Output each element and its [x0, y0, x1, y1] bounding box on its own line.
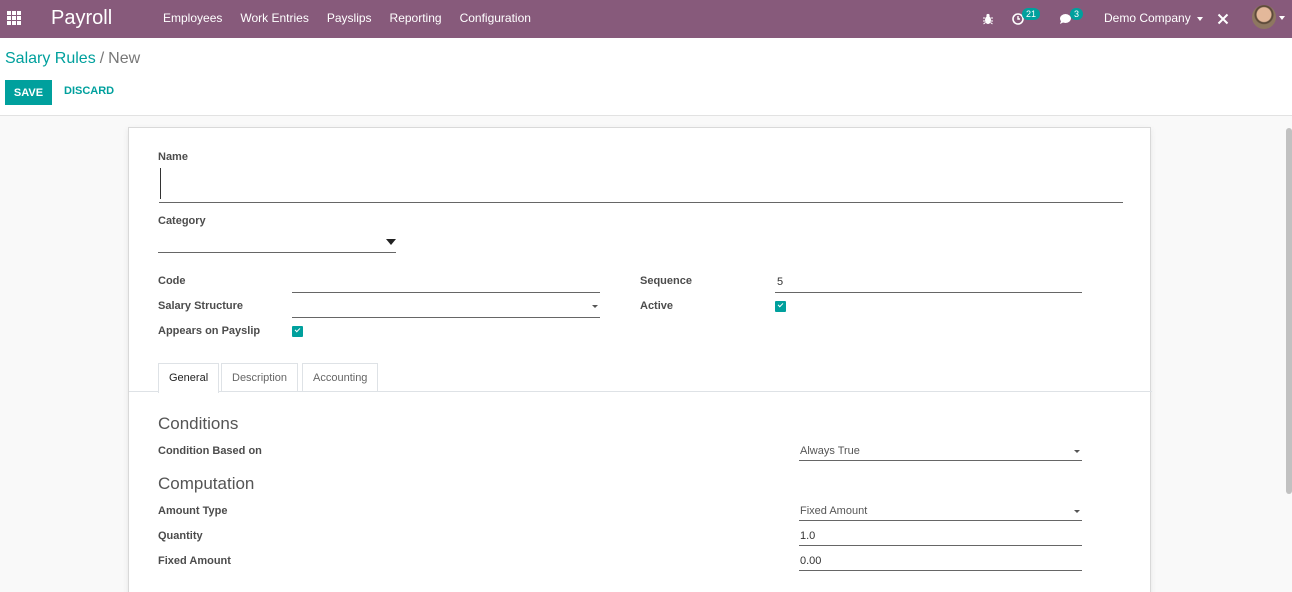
condition-based-on-label: Condition Based on — [158, 445, 262, 457]
breadcrumb: Salary Rules / New — [5, 50, 140, 68]
bug-icon[interactable] — [982, 0, 994, 38]
amount-type-select[interactable] — [799, 520, 1082, 521]
code-input[interactable] — [292, 292, 600, 293]
page-scrollbar[interactable] — [1286, 128, 1292, 494]
form-sheet: Name Category Code Salary Structure Appe… — [128, 127, 1152, 592]
category-dropdown-arrow-icon[interactable] — [386, 239, 396, 245]
active-label: Active — [640, 300, 674, 312]
message-count-badge: 3 — [1070, 8, 1084, 20]
activity-button[interactable]: 21 — [1012, 0, 1041, 38]
name-label: Name — [158, 151, 188, 163]
condition-arrow-icon[interactable] — [1074, 450, 1080, 453]
menu-employees[interactable]: Employees — [163, 11, 222, 25]
save-button[interactable]: SAVE — [5, 80, 52, 105]
app-title[interactable]: Payroll — [51, 7, 112, 30]
menu-reporting[interactable]: Reporting — [390, 11, 442, 25]
breadcrumb-salary-rules[interactable]: Salary Rules — [5, 50, 96, 67]
quantity-value: 1.0 — [800, 530, 816, 542]
sequence-value: 5 — [777, 276, 784, 288]
salary-structure-select[interactable] — [292, 317, 600, 318]
tools-icon[interactable] — [1217, 0, 1229, 38]
notebook-tabs: General Description Accounting — [129, 363, 1152, 393]
breadcrumb-current: New — [108, 50, 141, 67]
quantity-input[interactable] — [799, 545, 1082, 546]
category-label: Category — [158, 215, 206, 227]
menu-payslips[interactable]: Payslips — [327, 11, 372, 25]
chevron-down-icon — [1196, 16, 1203, 21]
top-navbar: Payroll Employees Work Entries Payslips … — [0, 0, 1292, 38]
condition-based-on-select[interactable] — [799, 460, 1082, 461]
fixed-amount-label: Fixed Amount — [158, 555, 231, 567]
code-label: Code — [158, 275, 186, 287]
salary-structure-arrow-icon[interactable] — [592, 305, 598, 308]
active-checkbox[interactable] — [775, 301, 786, 312]
sequence-input[interactable] — [775, 292, 1082, 293]
menu-configuration[interactable]: Configuration — [460, 11, 531, 25]
menu-work-entries[interactable]: Work Entries — [240, 11, 308, 25]
messages-button[interactable]: 3 — [1059, 0, 1084, 38]
category-select[interactable] — [158, 252, 396, 253]
company-name: Demo Company — [1104, 11, 1191, 25]
apps-grid-icon[interactable] — [7, 11, 21, 25]
salary-structure-label: Salary Structure — [158, 300, 243, 312]
control-panel: Salary Rules / New SAVE DISCARD — [0, 38, 1292, 116]
breadcrumb-separator: / — [99, 50, 105, 67]
company-switcher[interactable]: Demo Company — [1104, 11, 1203, 25]
activity-count-badge: 21 — [1022, 8, 1041, 20]
fixed-amount-input[interactable] — [799, 570, 1082, 571]
chevron-down-icon[interactable] — [1279, 16, 1285, 20]
text-cursor — [160, 168, 161, 199]
discard-button[interactable]: DISCARD — [64, 85, 114, 97]
conditions-heading: Conditions — [158, 414, 239, 433]
amount-type-label: Amount Type — [158, 505, 228, 517]
appears-on-payslip-label: Appears on Payslip — [158, 325, 261, 337]
tab-accounting[interactable]: Accounting — [302, 363, 379, 392]
fixed-amount-value: 0.00 — [800, 555, 822, 567]
user-avatar[interactable] — [1252, 5, 1276, 29]
amount-type-arrow-icon[interactable] — [1074, 510, 1080, 513]
computation-heading: Computation — [158, 474, 255, 493]
sequence-label: Sequence — [640, 275, 692, 287]
amount-type-value: Fixed Amount — [800, 505, 868, 517]
main-menu: Employees Work Entries Payslips Reportin… — [163, 11, 549, 25]
quantity-label: Quantity — [158, 530, 203, 542]
tab-description[interactable]: Description — [221, 363, 299, 392]
appears-on-payslip-checkbox[interactable] — [292, 326, 303, 337]
condition-based-on-value: Always True — [800, 445, 860, 457]
tab-general[interactable]: General — [158, 363, 220, 393]
name-input[interactable] — [159, 167, 1123, 203]
